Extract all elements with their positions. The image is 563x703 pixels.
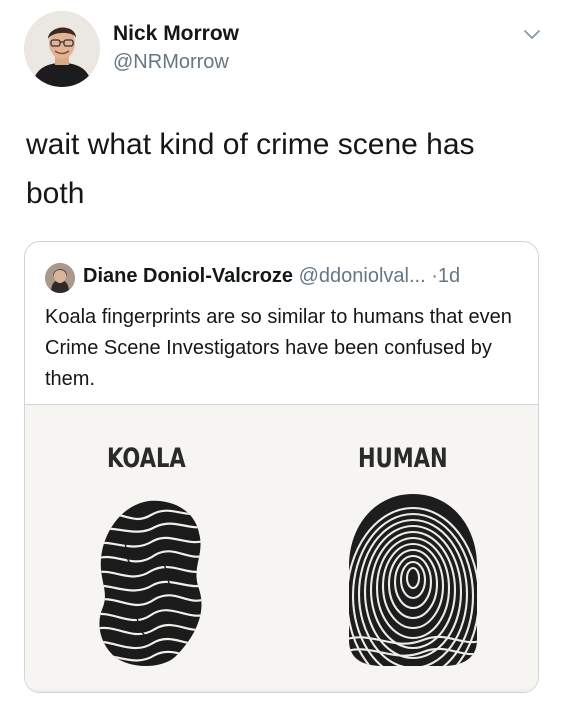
- chevron-down-icon: [524, 30, 540, 39]
- header-separator: ·: [431, 265, 438, 287]
- koala-fingerprint-image: [99, 500, 202, 666]
- quoted-author-display-name[interactable]: Diane Doniol-Valcroze: [83, 265, 293, 287]
- quoted-tweet-header: Diane Doniol-Valcroze @ddoniolval... ·1d: [83, 265, 460, 288]
- human-label: HUMAN: [358, 443, 448, 474]
- author-handle[interactable]: @NRMorrow: [113, 51, 229, 74]
- koala-label: KOALA: [107, 443, 186, 474]
- profile-photo-icon: [45, 263, 75, 293]
- quoted-tweet-card[interactable]: Diane Doniol-Valcroze @ddoniolval... ·1d…: [24, 241, 539, 693]
- quoted-tweet-text: Koala fingerprints are so similar to hum…: [45, 306, 512, 390]
- quoted-author-handle[interactable]: @ddoniolval...: [299, 265, 426, 287]
- tweet-text: wait what kind of crime scene has both: [26, 128, 475, 210]
- tweet-menu-button[interactable]: [520, 22, 544, 46]
- human-fingerprint-image: [349, 494, 477, 666]
- profile-photo-icon: [24, 11, 100, 87]
- quoted-tweet-image[interactable]: KOALA HUMAN: [25, 404, 538, 692]
- image-bottom-edge: [25, 688, 538, 692]
- author-avatar[interactable]: [24, 11, 100, 87]
- quoted-tweet-timestamp[interactable]: 1d: [438, 265, 460, 287]
- author-display-name[interactable]: Nick Morrow: [113, 22, 239, 46]
- quoted-author-avatar[interactable]: [45, 263, 75, 293]
